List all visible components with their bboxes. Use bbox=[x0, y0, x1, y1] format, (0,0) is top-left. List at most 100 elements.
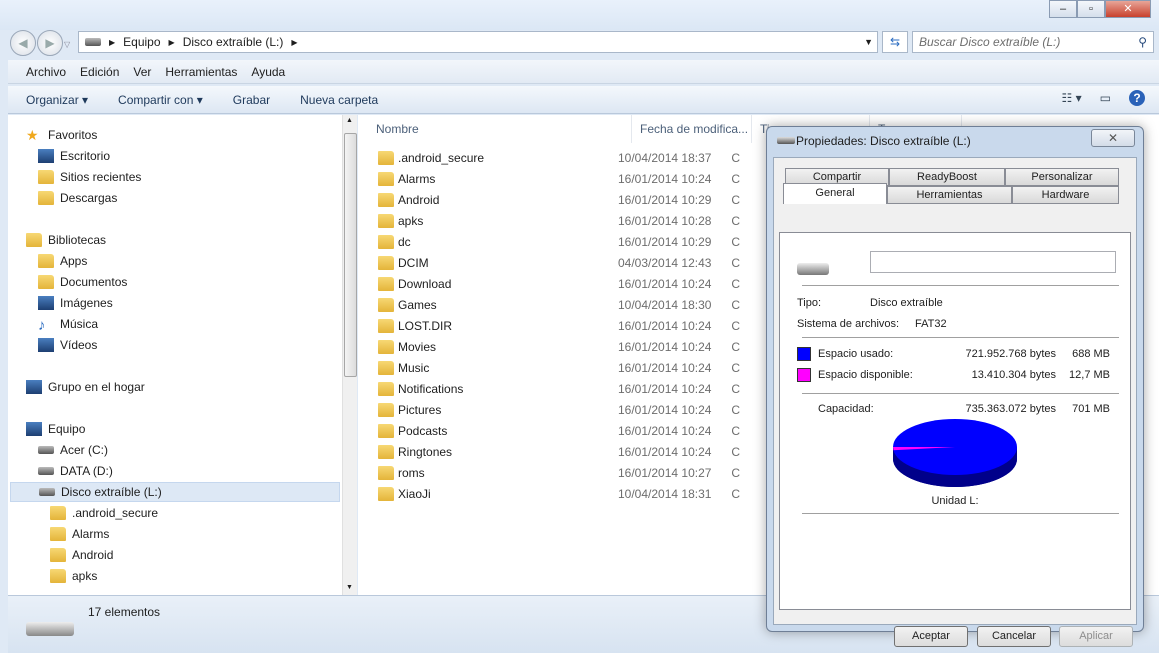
menu-bar: Archivo Edición Ver Herramientas Ayuda bbox=[8, 60, 1159, 84]
file-row[interactable]: Alarms 16/01/2014 10:24 C bbox=[378, 168, 798, 189]
preview-pane-icon[interactable]: ▭ bbox=[1100, 91, 1111, 105]
help-icon[interactable]: ? bbox=[1129, 90, 1145, 106]
share-button[interactable]: Compartir con ▾ bbox=[118, 93, 203, 107]
tab-herramientas[interactable]: Herramientas bbox=[887, 186, 1012, 204]
close-button[interactable]: ✕ bbox=[1105, 0, 1151, 18]
sidebar-item[interactable]: Bibliotecas bbox=[26, 230, 106, 250]
file-row[interactable]: LOST.DIR 16/01/2014 10:24 C bbox=[378, 315, 798, 336]
sidebar-item[interactable]: Equipo bbox=[26, 419, 85, 439]
forward-button[interactable]: ▶ bbox=[37, 30, 63, 56]
dialog-close-button[interactable]: ✕ bbox=[1091, 129, 1135, 147]
sidebar-item[interactable]: DATA (D:) bbox=[38, 461, 113, 481]
view-options-icon[interactable]: ☷ ▾ bbox=[1062, 91, 1082, 105]
menu-edicion[interactable]: Edición bbox=[80, 65, 119, 79]
maximize-button[interactable]: ▫ bbox=[1077, 0, 1105, 18]
tab-readyboost[interactable]: ReadyBoost bbox=[889, 168, 1005, 186]
file-type: C bbox=[731, 276, 741, 291]
file-date: 16/01/2014 10:24 bbox=[618, 360, 712, 375]
file-row[interactable]: XiaoJi 10/04/2014 18:31 C bbox=[378, 483, 798, 504]
search-input[interactable]: Buscar Disco extraíble (L:) ⚲ bbox=[912, 31, 1154, 53]
new-folder-button[interactable]: Nueva carpeta bbox=[300, 93, 378, 107]
chevron-right-icon[interactable]: ▶ bbox=[169, 38, 175, 47]
sidebar-item[interactable]: apks bbox=[50, 566, 97, 586]
file-date: 16/01/2014 10:24 bbox=[618, 402, 712, 417]
file-row[interactable]: dc 16/01/2014 10:29 C bbox=[378, 231, 798, 252]
address-bar[interactable]: ▶ Equipo ▶ Disco extraíble (L:) ▶ ▼ bbox=[78, 31, 878, 53]
breadcrumb-drive[interactable]: Disco extraíble (L:) bbox=[183, 35, 284, 49]
sidebar-item[interactable]: Alarms bbox=[50, 524, 109, 544]
sidebar-item[interactable]: Android bbox=[50, 545, 113, 565]
column-name[interactable]: Nombre bbox=[368, 115, 632, 143]
drive-name-input[interactable] bbox=[870, 251, 1116, 273]
file-row[interactable]: Download 16/01/2014 10:24 C bbox=[378, 273, 798, 294]
folder-icon bbox=[378, 234, 394, 249]
scroll-down-arrow[interactable]: ▼ bbox=[346, 584, 353, 591]
back-button[interactable]: ◀ bbox=[10, 30, 36, 56]
sidebar-item[interactable]: Grupo en el hogar bbox=[26, 377, 145, 397]
file-row[interactable]: Music 16/01/2014 10:24 C bbox=[378, 357, 798, 378]
sidebar-item[interactable]: Acer (C:) bbox=[38, 440, 108, 460]
file-row[interactable]: DCIM 04/03/2014 12:43 C bbox=[378, 252, 798, 273]
search-icon[interactable]: ⚲ bbox=[1138, 35, 1147, 49]
accept-button[interactable]: Aceptar bbox=[894, 626, 968, 647]
column-date[interactable]: Fecha de modifica... bbox=[632, 115, 752, 143]
file-row[interactable]: Pictures 16/01/2014 10:24 C bbox=[378, 399, 798, 420]
sidebar-item[interactable]: Escritorio bbox=[38, 146, 110, 166]
file-date: 10/04/2014 18:30 bbox=[618, 297, 712, 312]
file-type: C bbox=[731, 318, 741, 333]
breadcrumb-equipo[interactable]: Equipo bbox=[123, 35, 160, 49]
file-row[interactable]: apks 16/01/2014 10:28 C bbox=[378, 210, 798, 231]
sidebar-item[interactable]: .android_secure bbox=[50, 503, 158, 523]
scroll-up-arrow[interactable]: ▲ bbox=[346, 117, 353, 124]
file-row[interactable]: Podcasts 16/01/2014 10:24 C bbox=[378, 420, 798, 441]
file-row[interactable]: Notifications 16/01/2014 10:24 C bbox=[378, 378, 798, 399]
tab-general[interactable]: General bbox=[783, 183, 887, 204]
file-type: C bbox=[731, 297, 741, 312]
recent-pages-dropdown[interactable]: ▽ bbox=[64, 40, 70, 49]
file-row[interactable]: roms 16/01/2014 10:27 C bbox=[378, 462, 798, 483]
burn-button[interactable]: Grabar bbox=[233, 93, 270, 107]
address-dropdown[interactable]: ▼ bbox=[864, 37, 873, 47]
sidebar-item[interactable]: Imágenes bbox=[38, 293, 113, 313]
dialog-title: Propiedades: Disco extraíble (L:) bbox=[796, 134, 971, 148]
file-row[interactable]: Android 16/01/2014 10:29 C bbox=[378, 189, 798, 210]
refresh-button[interactable]: ⇆ bbox=[882, 31, 908, 53]
sidebar-item[interactable]: Apps bbox=[38, 251, 87, 271]
tab-hardware[interactable]: Hardware bbox=[1012, 186, 1119, 204]
file-row[interactable]: Ringtones 16/01/2014 10:24 C bbox=[378, 441, 798, 462]
file-row[interactable]: Games 10/04/2014 18:30 C bbox=[378, 294, 798, 315]
apply-button[interactable]: Aplicar bbox=[1059, 626, 1133, 647]
file-row[interactable]: .android_secure 10/04/2014 18:37 C bbox=[378, 147, 798, 168]
sidebar-item-label: Bibliotecas bbox=[48, 233, 107, 247]
sidebar-item-label: Android bbox=[72, 548, 114, 562]
tab-personalizar[interactable]: Personalizar bbox=[1005, 168, 1119, 186]
folder-icon bbox=[378, 192, 394, 207]
sidebar-item-label: Documentos bbox=[60, 275, 128, 289]
sidebar-item-label: apks bbox=[72, 569, 98, 583]
chevron-right-icon[interactable]: ▶ bbox=[109, 38, 115, 47]
file-date: 16/01/2014 10:24 bbox=[618, 381, 712, 396]
file-row[interactable]: Movies 16/01/2014 10:24 C bbox=[378, 336, 798, 357]
sidebar-item[interactable]: Documentos bbox=[38, 272, 127, 292]
star-icon: ★ bbox=[26, 127, 39, 143]
file-type: C bbox=[731, 486, 741, 501]
sidebar-item[interactable]: Descargas bbox=[38, 188, 117, 208]
sidebar-scrollbar[interactable]: ▲ ▼ bbox=[342, 115, 357, 595]
sidebar-item[interactable]: ★ Favoritos bbox=[26, 125, 97, 145]
cancel-button[interactable]: Cancelar bbox=[977, 626, 1051, 647]
menu-archivo[interactable]: Archivo bbox=[26, 65, 66, 79]
sidebar-item[interactable]: Sitios recientes bbox=[38, 167, 141, 187]
menu-herramientas[interactable]: Herramientas bbox=[165, 65, 237, 79]
file-date: 16/01/2014 10:24 bbox=[618, 423, 712, 438]
chevron-right-icon[interactable]: ▶ bbox=[291, 38, 297, 47]
sidebar-item[interactable]: Disco extraíble (L:) bbox=[10, 482, 340, 502]
sidebar-item[interactable]: ♪ Música bbox=[38, 314, 98, 334]
scrollbar-thumb[interactable] bbox=[344, 133, 357, 377]
menu-ayuda[interactable]: Ayuda bbox=[251, 65, 285, 79]
menu-ver[interactable]: Ver bbox=[133, 65, 151, 79]
organize-button[interactable]: Organizar ▾ bbox=[26, 93, 88, 107]
folder-icon bbox=[378, 276, 394, 291]
file-name: dc bbox=[398, 234, 411, 249]
minimize-button[interactable]: – bbox=[1049, 0, 1077, 18]
sidebar-item[interactable]: Vídeos bbox=[38, 335, 97, 355]
